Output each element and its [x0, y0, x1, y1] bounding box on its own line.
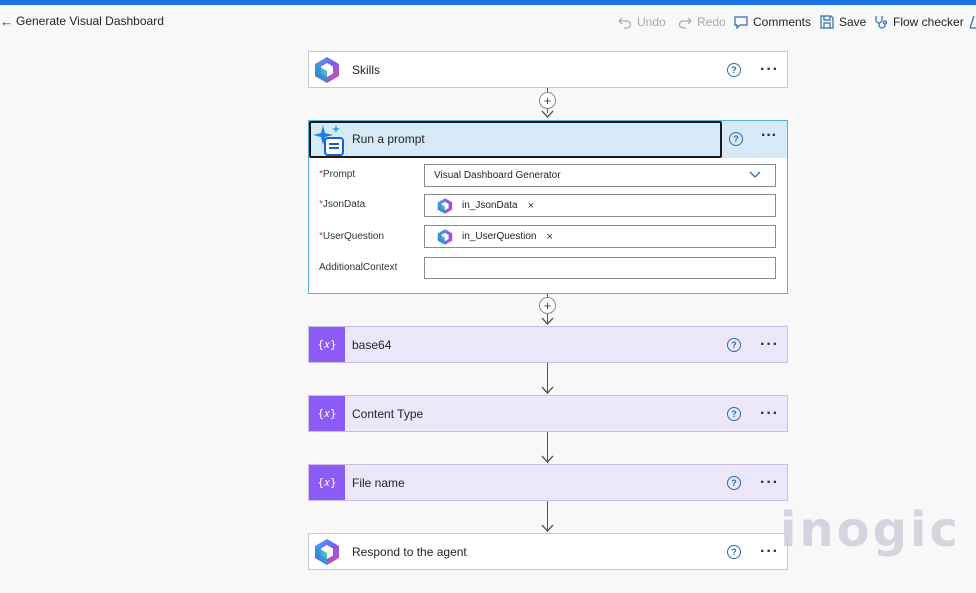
help-icon[interactable]: ?	[727, 406, 741, 421]
help-icon[interactable]: ?	[727, 544, 741, 559]
param-label-additionalcontext: AdditionalContext	[319, 262, 398, 273]
stethoscope-icon	[875, 16, 888, 29]
copilot-icon	[437, 197, 453, 214]
step-title: Run a prompt	[352, 132, 425, 146]
back-icon[interactable]: ←	[0, 13, 13, 31]
watermark: inogic	[780, 502, 961, 558]
redo-label: Redo	[697, 15, 726, 29]
jsondata-field[interactable]: in_JsonData ×	[424, 194, 776, 217]
comments-button[interactable]: Comments	[734, 13, 811, 31]
step-title: File name	[352, 475, 405, 490]
help-icon[interactable]: ?	[727, 62, 741, 77]
param-label-userquestion: *UserQuestion	[319, 231, 385, 242]
step-run-a-prompt[interactable]: Run a prompt ? ··· *Prompt Visual Dashbo…	[308, 120, 788, 294]
copilot-icon	[309, 52, 345, 87]
insert-step-button[interactable]: +	[539, 297, 556, 314]
overflow-icon[interactable]	[968, 15, 976, 29]
variable-icon: {𝑥}	[309, 396, 345, 431]
token-label: in_JsonData	[462, 200, 518, 211]
redo-button[interactable]: Redo	[678, 13, 726, 31]
step-base64[interactable]: {𝑥} base64 ? ···	[308, 326, 788, 363]
userquestion-field[interactable]: in_UserQuestion ×	[424, 225, 776, 248]
save-icon	[820, 15, 834, 29]
more-options-icon[interactable]: ···	[760, 543, 778, 559]
copilot-icon	[437, 228, 453, 245]
redo-icon	[678, 17, 692, 29]
help-icon[interactable]: ?	[729, 132, 743, 146]
more-options-icon[interactable]: ···	[760, 474, 778, 490]
arrow-down-icon	[541, 386, 554, 394]
step-content-type[interactable]: {𝑥} Content Type ? ···	[308, 395, 788, 432]
more-options-icon[interactable]: ···	[760, 128, 778, 144]
variable-icon: {𝑥}	[309, 465, 345, 500]
save-label: Save	[839, 15, 867, 29]
step-title: Respond to the agent	[352, 544, 467, 559]
chevron-down-icon	[749, 171, 761, 178]
help-icon[interactable]: ?	[727, 337, 741, 352]
arrow-down-icon	[541, 524, 554, 532]
remove-token-icon[interactable]: ×	[528, 200, 534, 212]
prompt-dropdown-value: Visual Dashboard Generator	[434, 170, 561, 181]
step-header[interactable]: Run a prompt ? ···	[309, 121, 787, 158]
step-respond-to-agent[interactable]: Respond to the agent ? ···	[308, 533, 788, 570]
toolbar: ← Generate Visual Dashboard Undo Redo Co…	[0, 5, 976, 38]
step-title: Skills	[352, 62, 381, 77]
help-icon[interactable]: ?	[727, 475, 741, 490]
save-button[interactable]: Save	[820, 13, 866, 31]
comments-label: Comments	[753, 15, 812, 29]
prompt-dropdown[interactable]: Visual Dashboard Generator	[424, 164, 776, 187]
undo-button[interactable]: Undo	[618, 13, 666, 31]
arrow-down-icon	[541, 110, 554, 118]
flow-title: Generate Visual Dashboard	[16, 14, 164, 28]
more-options-icon[interactable]: ···	[760, 336, 778, 352]
param-label-prompt: *Prompt	[319, 169, 356, 180]
flow-checker-button[interactable]: Flow checker	[874, 13, 964, 31]
arrow-down-icon	[541, 317, 554, 325]
insert-step-button[interactable]: +	[539, 92, 556, 109]
remove-token-icon[interactable]: ×	[546, 231, 552, 243]
dynamic-token[interactable]: in_UserQuestion ×	[434, 228, 553, 246]
param-label-jsondata: *JsonData	[319, 199, 366, 210]
more-options-icon[interactable]: ···	[760, 61, 778, 77]
step-file-name[interactable]: {𝑥} File name ? ···	[308, 464, 788, 501]
copilot-icon	[309, 534, 345, 569]
comment-icon	[734, 16, 748, 29]
arrow-down-icon	[541, 455, 554, 463]
token-label: in_UserQuestion	[462, 231, 537, 242]
flow-checker-label: Flow checker	[893, 15, 964, 29]
additionalcontext-field[interactable]	[424, 257, 776, 279]
step-skills[interactable]: Skills ? ···	[308, 51, 788, 88]
step-title: base64	[352, 337, 392, 352]
undo-label: Undo	[637, 15, 666, 29]
ai-prompt-icon	[313, 125, 344, 156]
variable-icon: {𝑥}	[309, 327, 345, 362]
dynamic-token[interactable]: in_JsonData ×	[434, 197, 534, 215]
step-title: Content Type	[352, 406, 424, 421]
undo-icon	[618, 17, 632, 29]
more-options-icon[interactable]: ···	[760, 405, 778, 421]
